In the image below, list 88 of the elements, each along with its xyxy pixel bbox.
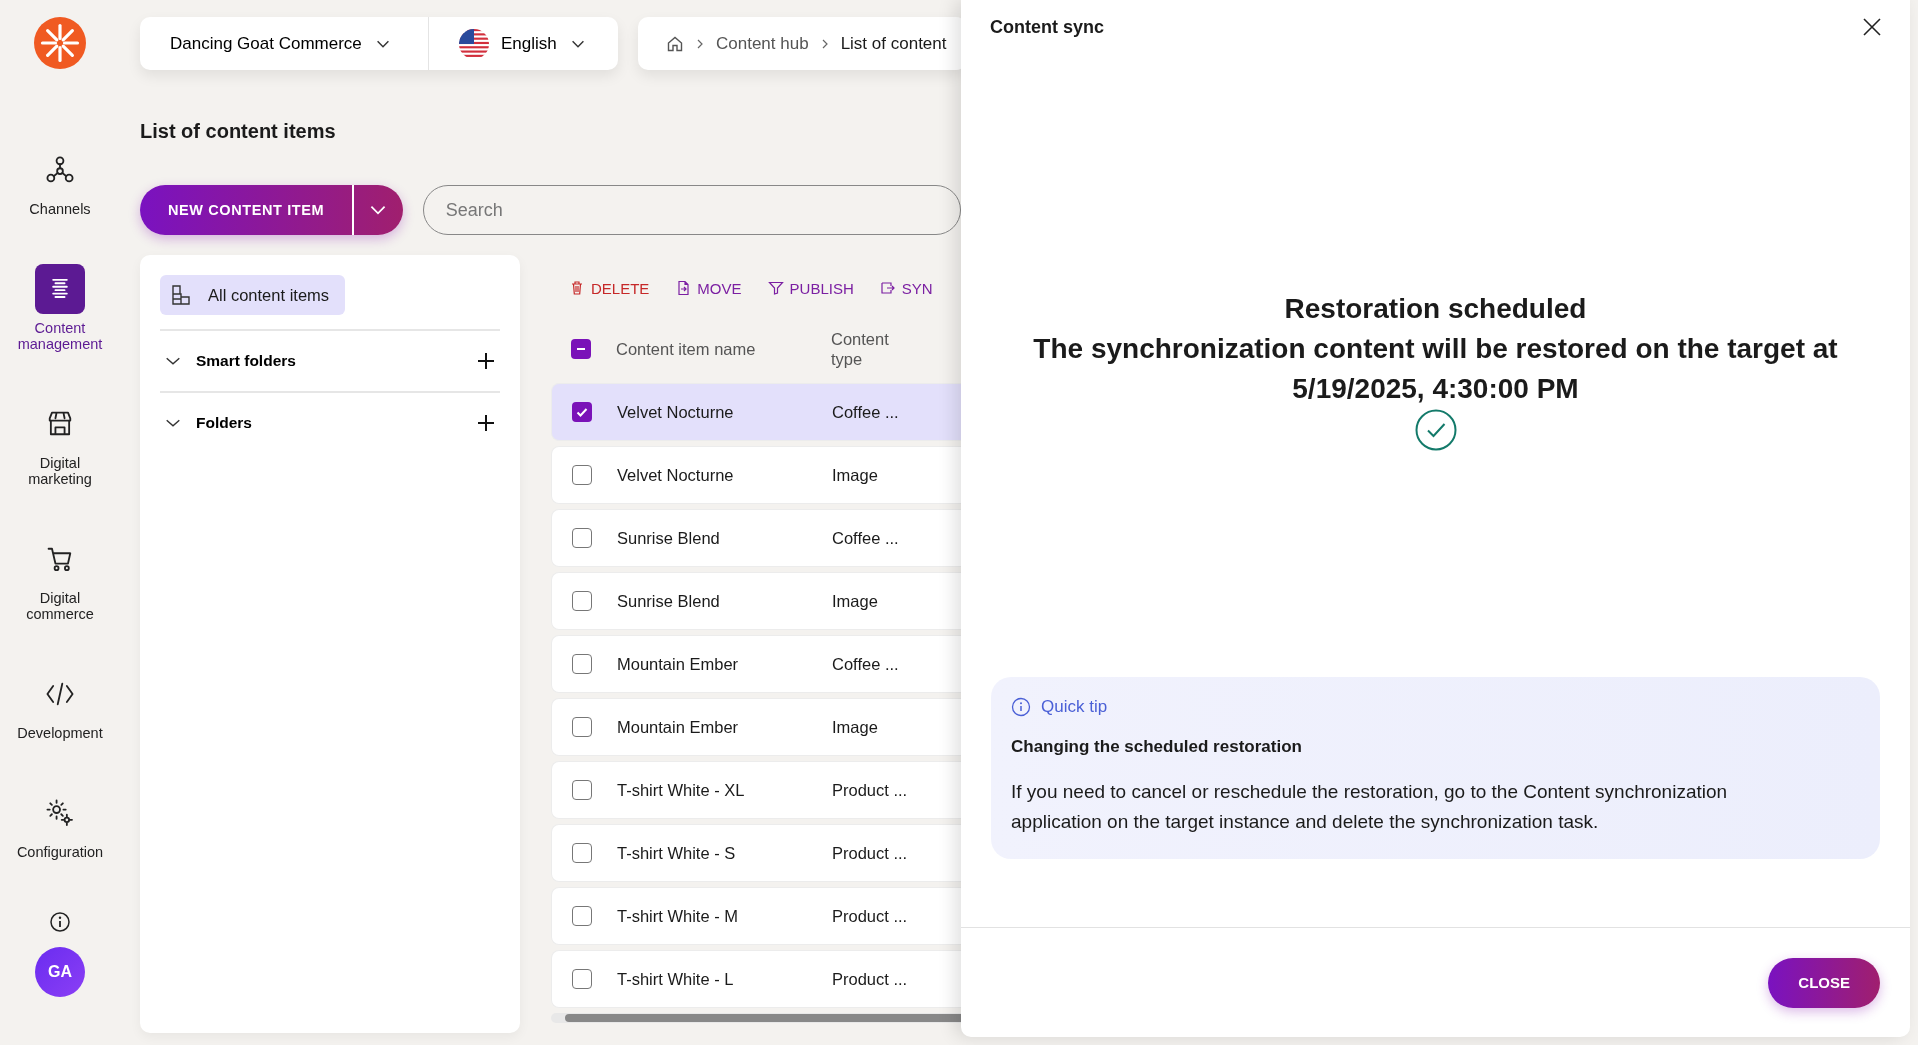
status-heading: Restoration scheduled	[1284, 292, 1587, 326]
new-content-item-button[interactable]: NEW CONTENT ITEM	[140, 185, 355, 235]
row-checkbox[interactable]	[572, 465, 592, 485]
table-cell: Sunrise Blend	[617, 591, 720, 610]
horizontal-scrollbar[interactable]	[551, 1013, 961, 1023]
row-checkbox[interactable]	[572, 528, 592, 548]
column-header[interactable]: Content type	[831, 329, 901, 369]
toolbar-button[interactable]: DELETE	[569, 279, 650, 297]
table-row[interactable]: Velvet Nocturne Image	[551, 446, 961, 504]
table-row[interactable]: T-shirt White - M Product ...	[551, 887, 961, 945]
row-checkbox[interactable]	[572, 969, 592, 989]
table-cell: T-shirt White - M	[617, 906, 738, 925]
row-checkbox[interactable]	[572, 780, 592, 800]
site-selector[interactable]: Dancing Goat Commerce	[140, 17, 429, 70]
table-row[interactable]: Sunrise Blend Coffee ...	[551, 509, 961, 567]
close-button[interactable]: CLOSE	[1768, 957, 1880, 1008]
tree-item[interactable]: All content items	[160, 275, 346, 315]
table-row[interactable]: Mountain Ember Coffee ...	[551, 635, 961, 693]
row-checkbox[interactable]	[572, 402, 592, 422]
row-checkbox[interactable]	[572, 906, 592, 926]
row-checkbox[interactable]	[572, 717, 592, 737]
status-message: The synchronization content will be restored on the target at 5/19/2025, 4:30:00 PM	[1032, 332, 1839, 406]
table-cell: Coffee ...	[832, 403, 899, 421]
table-row[interactable]: Mountain Ember Image	[551, 698, 961, 756]
row-checkbox[interactable]	[572, 843, 592, 863]
info-icon[interactable]	[49, 911, 71, 933]
add-icon[interactable]	[476, 351, 496, 371]
select-all-checkbox[interactable]	[571, 339, 591, 359]
export-icon	[879, 280, 896, 296]
table-row[interactable]: T-shirt White - XL Product ...	[551, 761, 961, 819]
search-field[interactable]: Search	[422, 185, 961, 235]
table-cell: T-shirt White - L	[617, 969, 734, 988]
chevron-right-icon	[820, 38, 829, 49]
nav-item[interactable]: Channels	[14, 145, 106, 217]
nav-item[interactable]: Development	[14, 669, 106, 741]
table-cell: Coffee ...	[832, 655, 899, 673]
row-checkbox[interactable]	[572, 654, 592, 674]
table-cell: Mountain Ember	[617, 717, 739, 736]
toolbar-button[interactable]: MOVE	[675, 279, 742, 297]
boxes-icon	[170, 284, 192, 306]
language-selector[interactable]: English	[429, 17, 617, 70]
table-row[interactable]: T-shirt White - L Product ...	[551, 950, 961, 1008]
flag-icon	[459, 28, 489, 59]
tip-title: Changing the scheduled restoration	[1011, 737, 1303, 757]
close-icon[interactable]	[1862, 17, 1882, 37]
folder-group-toggle[interactable]: Smart folders	[164, 352, 296, 370]
table-cell: Coffee ...	[832, 529, 899, 547]
table-cell: Sunrise Blend	[617, 528, 720, 547]
folder-group-toggle[interactable]: Folders	[164, 414, 252, 432]
table-cell: Product ...	[832, 970, 908, 988]
user-avatar[interactable]: GA	[35, 947, 85, 997]
table-cell: T-shirt White - S	[617, 843, 736, 862]
table-cell: Product ...	[832, 907, 908, 925]
page-title: List of content items	[140, 120, 337, 143]
breadcrumb-link[interactable]: Content hub	[716, 33, 809, 54]
filter-icon	[767, 280, 784, 296]
tip-label: Quick tip	[1041, 697, 1108, 717]
nav-item[interactable]: Content management	[14, 264, 106, 352]
table-row[interactable]: T-shirt White - S Product ...	[551, 824, 961, 882]
table-cell: Velvet Nocturne	[617, 465, 734, 484]
tip-text: If you need to cancel or reschedule the restoration, go to the Content synchronization application on the target instance and delete the synchronization task.	[1011, 780, 1729, 834]
row-checkbox[interactable]	[572, 591, 592, 611]
check-circle-icon	[1414, 409, 1457, 451]
info-icon	[1011, 697, 1031, 717]
document-icon	[675, 280, 692, 296]
nav-item[interactable]: Digital marketing	[14, 399, 106, 487]
breadcrumb-link[interactable]: List of content	[840, 33, 947, 54]
home-icon[interactable]	[666, 34, 684, 53]
column-header[interactable]: Content item name	[616, 339, 756, 358]
nav-item[interactable]: Digital commerce	[14, 534, 106, 622]
trash-icon	[569, 280, 585, 296]
table-row[interactable]: Sunrise Blend Image	[551, 572, 961, 630]
table-cell: Velvet Nocturne	[617, 402, 734, 421]
add-icon[interactable]	[476, 413, 496, 433]
toolbar-button[interactable]: SYN	[879, 279, 933, 297]
table-cell: Image	[832, 466, 878, 484]
table-cell: T-shirt White - XL	[617, 780, 745, 799]
chevron-right-icon	[696, 38, 704, 49]
table-cell: Mountain Ember	[617, 654, 739, 673]
table-cell: Product ...	[832, 781, 908, 799]
table-cell: Image	[832, 718, 878, 736]
nav-item[interactable]: Configuration	[14, 788, 106, 860]
table-cell: Product ...	[832, 844, 908, 862]
toolbar-button[interactable]: PUBLISH	[767, 279, 854, 297]
table-row[interactable]: Velvet Nocturne Coffee ...	[551, 383, 961, 441]
dialog-title: Content sync	[990, 16, 1104, 38]
logo-icon[interactable]	[34, 17, 86, 69]
table-cell: Image	[832, 592, 878, 610]
